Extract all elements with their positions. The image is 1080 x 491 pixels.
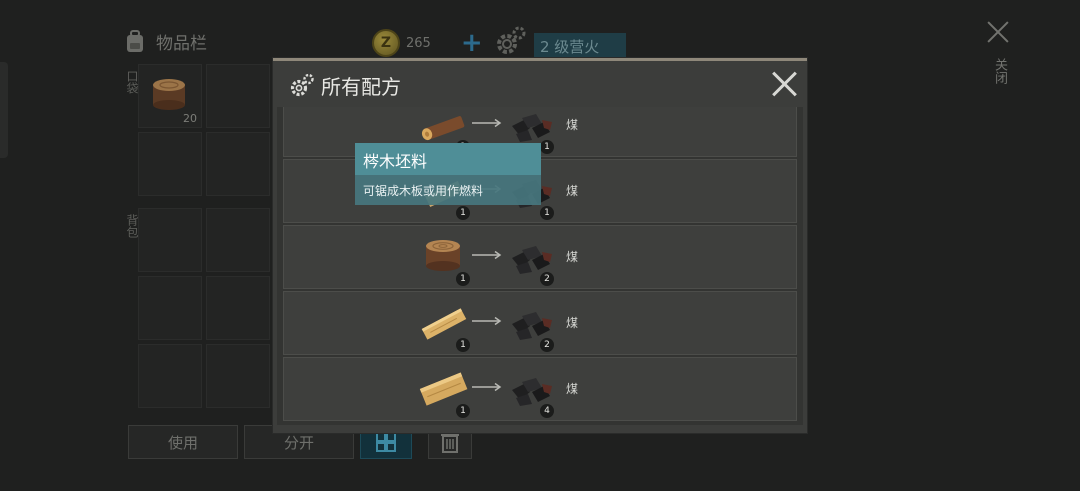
recipe-input: 1 — [418, 107, 470, 154]
stump-icon — [153, 79, 185, 110]
coin-counter: Z 265 + — [372, 28, 483, 58]
slot-quantity: 20 — [183, 112, 197, 125]
inventory-header: 物品栏 — [122, 28, 207, 54]
trash-icon — [441, 434, 459, 453]
output-name: 煤 — [566, 250, 579, 264]
side-drawer-tab[interactable] — [0, 62, 8, 158]
arrow-right-icon — [472, 382, 502, 392]
arrow-right-icon — [472, 316, 502, 326]
recipe-output: 1 — [506, 107, 558, 154]
output-quantity: 1 — [540, 140, 554, 154]
pocket-grid: 20 — [138, 64, 270, 196]
gear-icon — [290, 73, 314, 97]
output-quantity: 4 — [540, 404, 554, 418]
input-quantity: 1 — [456, 272, 470, 286]
output-quantity: 2 — [540, 272, 554, 286]
input-quantity: 1 — [456, 206, 470, 220]
backpack-grid — [138, 208, 270, 408]
output-name: 煤 — [566, 316, 579, 330]
recipe-row[interactable]: 1 4 煤 — [283, 357, 797, 421]
inventory-slot[interactable] — [138, 208, 202, 272]
recipes-modal: 所有配方 1 煤 1 1 煤 1 2 煤 1 2 煤 1 4 煤 — [273, 58, 807, 433]
tooltip-title: 梣木坯料 — [355, 143, 541, 175]
output-name: 煤 — [566, 382, 579, 396]
output-quantity: 2 — [540, 338, 554, 352]
coin-icon: Z — [372, 29, 400, 57]
recipe-input: 1 — [418, 232, 470, 286]
backpack-icon — [127, 30, 143, 52]
split-button-label: 分开 — [283, 433, 314, 452]
output-name: 煤 — [566, 118, 579, 132]
crafting-gear-icon — [497, 26, 526, 54]
tooltip-description: 可锯成木板或用作燃料 — [355, 175, 541, 205]
arrow-right-icon — [472, 118, 502, 128]
close-window-label[interactable]: 关闭 — [990, 58, 1009, 84]
inventory-slot[interactable] — [206, 208, 270, 272]
inventory-title: 物品栏 — [156, 33, 207, 54]
inventory-slot[interactable] — [206, 132, 270, 196]
inventory-slot[interactable] — [206, 276, 270, 340]
inventory-slot[interactable] — [138, 276, 202, 340]
recipe-output: 4 — [506, 364, 558, 418]
output-name: 煤 — [566, 184, 579, 198]
inventory-slot[interactable] — [138, 344, 202, 408]
add-coins-button[interactable]: + — [461, 28, 483, 58]
item-tooltip: 梣木坯料 可锯成木板或用作燃料 — [355, 143, 541, 205]
close-window-icon[interactable] — [986, 20, 1010, 44]
recipe-input: 1 — [418, 298, 470, 352]
use-button[interactable]: 使用 — [128, 425, 238, 459]
recipe-output: 2 — [506, 232, 558, 286]
close-modal-icon[interactable] — [771, 71, 797, 97]
recipe-row[interactable]: 1 2 煤 — [283, 225, 797, 289]
inventory-slot[interactable] — [138, 132, 202, 196]
inventory-slot[interactable]: 20 — [138, 64, 202, 128]
modal-title: 所有配方 — [321, 75, 401, 99]
recipe-input: 1 — [418, 364, 470, 418]
inventory-slot[interactable] — [206, 64, 270, 128]
input-quantity: 1 — [456, 404, 470, 418]
campfire-level-label: 2 级营火 — [540, 38, 600, 56]
input-quantity: 1 — [456, 338, 470, 352]
inventory-slot[interactable] — [206, 344, 270, 408]
campfire-level-badge: 2 级营火 — [534, 33, 626, 59]
recipe-row[interactable]: 1 2 煤 — [283, 291, 797, 355]
recipe-output: 2 — [506, 298, 558, 352]
arrow-right-icon — [472, 250, 502, 260]
use-button-label: 使用 — [167, 433, 198, 452]
modal-header: 所有配方 — [273, 61, 807, 107]
grid-sort-icon — [376, 432, 396, 452]
output-quantity: 1 — [540, 206, 554, 220]
coin-amount: 265 — [406, 35, 431, 51]
